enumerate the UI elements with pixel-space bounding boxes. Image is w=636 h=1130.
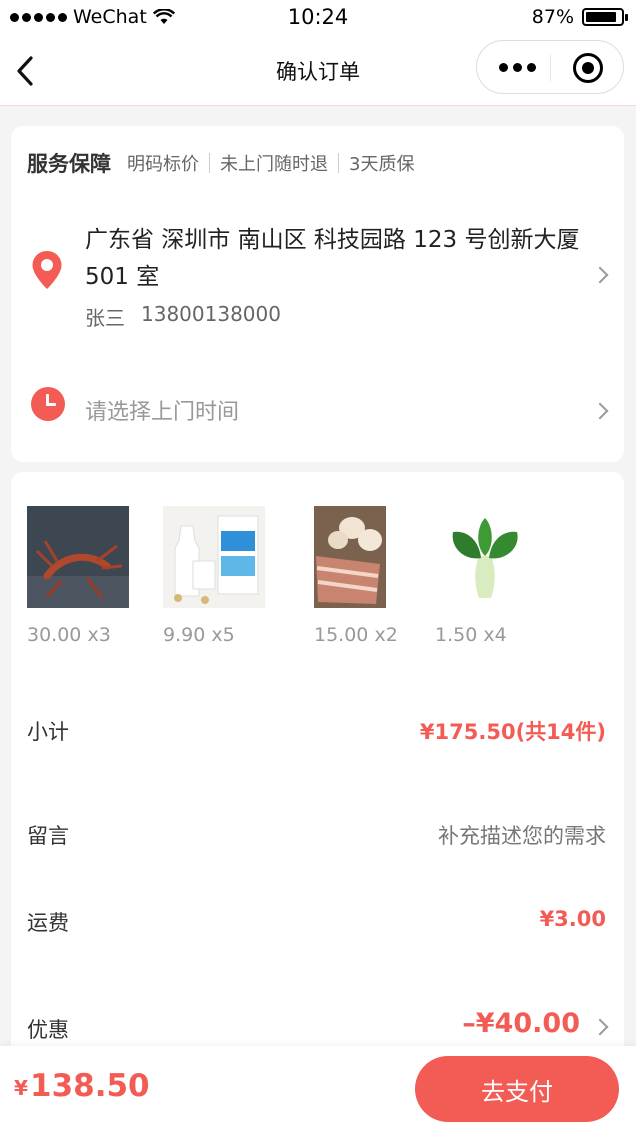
price-value: 15.00: [314, 624, 369, 646]
pay-button[interactable]: 去支付: [415, 1056, 619, 1122]
product-item[interactable]: 1.50 x4: [435, 506, 537, 646]
pork-eggs-image: [314, 506, 386, 608]
battery-percent: 87%: [531, 6, 574, 28]
order-card: 30.00 x3 9.90 x5 15.00 x2 1.50 x4 小计 ¥17…: [11, 472, 624, 1092]
price-value: 30.00: [27, 624, 82, 646]
service-tag: 3天质保: [349, 154, 415, 175]
location-pin-icon: [32, 251, 62, 289]
product-item[interactable]: 30.00 x3: [27, 506, 129, 646]
subtotal-value: ¥175.50(共14件): [419, 720, 606, 744]
product-price: 9.90 x5: [163, 624, 265, 646]
service-tag: 明码标价: [127, 154, 199, 175]
close-miniprogram-icon[interactable]: [573, 53, 603, 83]
quantity: x5: [211, 624, 235, 646]
discount-label: 优惠: [27, 1018, 69, 1042]
chevron-right-icon[interactable]: [591, 266, 609, 284]
capsule-divider: [550, 55, 551, 81]
divider: [338, 153, 339, 173]
quantity: x2: [374, 624, 398, 646]
quantity: x3: [87, 624, 111, 646]
battery-level: [586, 12, 616, 22]
total-amount: 138.50: [30, 1068, 150, 1104]
lobster-image: [27, 506, 129, 608]
discount-value[interactable]: –¥40.00: [462, 1008, 580, 1039]
note-input[interactable]: 补充描述您的需求: [438, 820, 606, 850]
currency-symbol: ¥: [14, 1076, 28, 1100]
bok-choy-image: [435, 506, 537, 608]
chevron-right-icon[interactable]: [591, 1018, 609, 1036]
milk-image: [163, 506, 265, 608]
quantity: x4: [483, 624, 507, 646]
more-icon[interactable]: [499, 63, 536, 72]
visit-time-selector[interactable]: 请选择上门时间: [85, 394, 239, 426]
contact-name: 张三: [85, 306, 125, 330]
clock-icon: [31, 387, 65, 421]
divider: [209, 153, 210, 173]
battery-icon: [582, 8, 628, 26]
status-bar: WeChat 10:24 87%: [0, 0, 636, 36]
nav-bar: 确认订单: [0, 36, 636, 106]
contact-info: 张三 13800138000: [85, 302, 281, 331]
miniprogram-capsule: [476, 40, 624, 94]
service-title: 服务保障: [27, 152, 111, 176]
product-price: 1.50 x4: [435, 624, 537, 646]
checkout-bar: ¥ 138.50 去支付: [0, 1046, 636, 1130]
service-tag: 未上门随时退: [220, 154, 328, 175]
note-label: 留言: [27, 824, 69, 848]
shipping-label: 运费: [27, 911, 69, 935]
price-value: 9.90: [163, 624, 206, 646]
address-text[interactable]: 广东省 深圳市 南山区 科技园路 123 号创新大厦 501 室: [85, 222, 585, 296]
product-item[interactable]: 15.00 x2: [314, 506, 398, 646]
shipping-value: ¥3.00: [539, 907, 606, 931]
product-price: 30.00 x3: [27, 624, 129, 646]
subtotal-label: 小计: [27, 720, 69, 744]
contact-phone: 13800138000: [141, 302, 281, 326]
battery-group: 87%: [531, 6, 628, 28]
product-price: 15.00 x2: [314, 624, 398, 646]
chevron-right-icon[interactable]: [591, 402, 609, 420]
product-item[interactable]: 9.90 x5: [163, 506, 265, 646]
service-guarantee: 服务保障 明码标价 未上门随时退 3天质保: [27, 148, 414, 178]
address-card: 服务保障 明码标价 未上门随时退 3天质保 广东省 深圳市 南山区 科技园路 1…: [11, 126, 624, 462]
price-value: 1.50: [435, 624, 478, 646]
